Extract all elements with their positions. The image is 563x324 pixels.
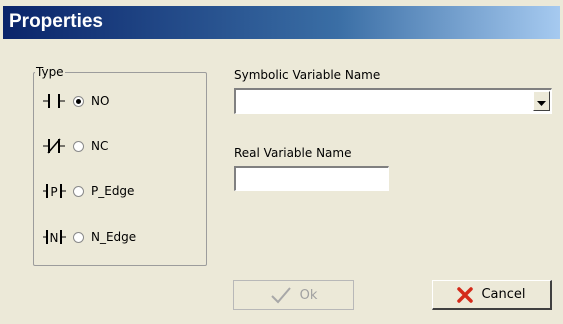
real-variable-field[interactable] xyxy=(234,166,389,191)
window-title: Properties xyxy=(9,11,103,32)
p-edge-contact-icon: P xyxy=(43,182,73,200)
radio-no[interactable] xyxy=(73,95,84,107)
radio-nc[interactable] xyxy=(73,140,84,152)
type-option-nc[interactable]: NC xyxy=(43,137,108,155)
type-option-n-edge[interactable]: N N_Edge xyxy=(43,228,136,246)
type-option-nc-label: NC xyxy=(91,139,109,153)
type-group-label: Type xyxy=(35,65,65,79)
nc-contact-icon xyxy=(43,137,73,155)
type-option-no[interactable]: NO xyxy=(43,92,109,110)
n-edge-contact-icon: N xyxy=(43,228,73,246)
title-bar[interactable]: Properties xyxy=(3,6,560,39)
ok-button-label: Ok xyxy=(299,287,318,303)
symbolic-variable-label: Symbolic Variable Name xyxy=(234,68,381,82)
type-option-p-edge[interactable]: P P_Edge xyxy=(43,182,134,200)
red-x-icon xyxy=(457,286,474,303)
svg-text:P: P xyxy=(50,185,57,199)
chevron-down-icon xyxy=(537,92,546,111)
symbolic-variable-combobox[interactable] xyxy=(234,88,552,114)
combobox-dropdown-button[interactable] xyxy=(533,91,550,111)
type-option-no-label: NO xyxy=(91,94,110,108)
radio-p-edge[interactable] xyxy=(73,185,84,197)
cancel-button[interactable]: Cancel xyxy=(432,280,552,310)
radio-n-edge[interactable] xyxy=(73,231,84,243)
cancel-button-label: Cancel xyxy=(481,287,526,302)
type-option-n-edge-label: N_Edge xyxy=(91,230,137,244)
type-option-p-edge-label: P_Edge xyxy=(91,184,135,198)
real-variable-label: Real Variable Name xyxy=(234,146,352,160)
checkmark-icon xyxy=(270,286,292,304)
ok-button[interactable]: Ok xyxy=(233,280,354,310)
svg-text:N: N xyxy=(50,231,59,245)
no-contact-icon xyxy=(43,92,73,110)
